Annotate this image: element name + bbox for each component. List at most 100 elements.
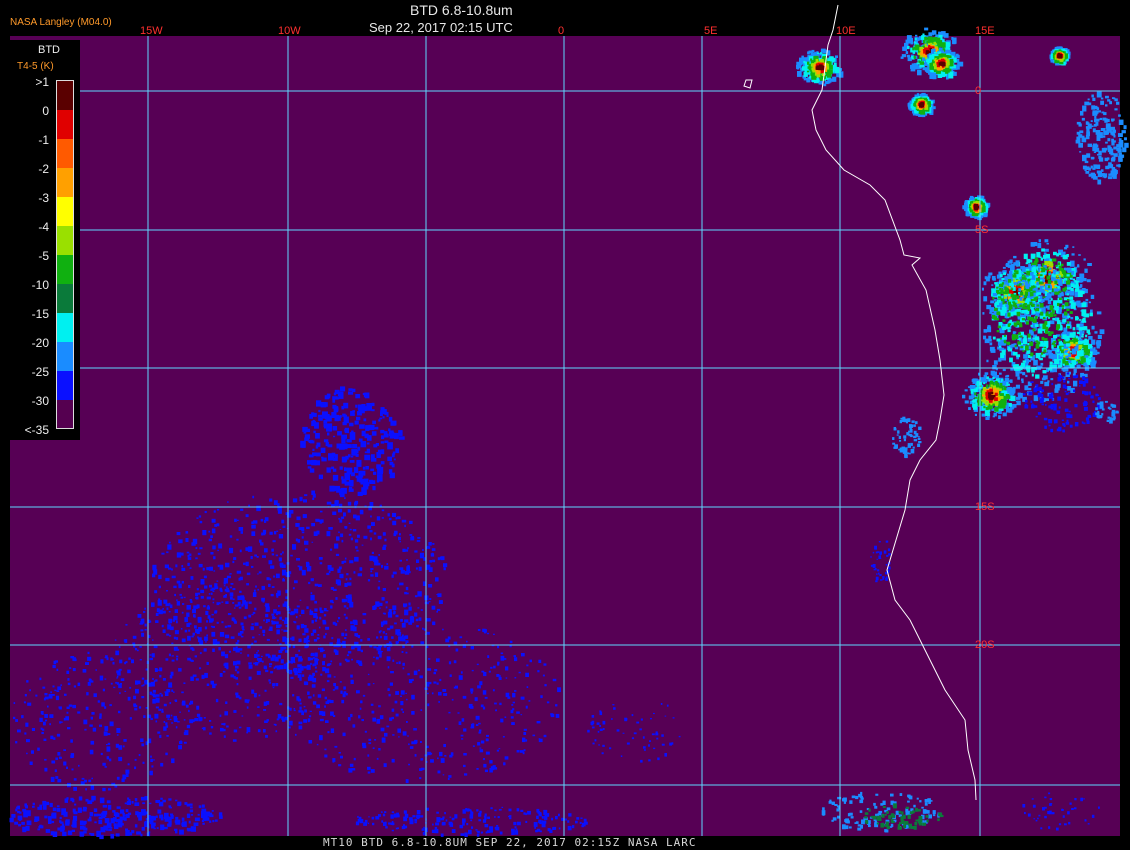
cloud-pixel [817, 52, 820, 54]
cloud-pixel [907, 794, 911, 798]
cloud-pixel [153, 759, 155, 761]
cloud-pixel [656, 737, 659, 740]
cloud-pixel [251, 524, 256, 529]
cloud-pixel [419, 777, 422, 780]
cloud-pixel [417, 591, 422, 597]
cloud-pixel [262, 629, 266, 634]
cloud-pixel [17, 815, 23, 821]
cloud-pixel [851, 795, 856, 799]
cloud-pixel [411, 711, 415, 715]
cloud-pixel [386, 647, 391, 652]
cloud-pixel [478, 812, 482, 817]
cloud-pixel [50, 691, 52, 694]
cloud-pixel [165, 722, 168, 726]
cloud-pixel [301, 710, 304, 713]
cloud-pixel [198, 515, 202, 518]
cloud-pixel [501, 806, 504, 808]
cloud-pixel [175, 564, 178, 568]
cloud-pixel [306, 664, 311, 670]
cloud-pixel [46, 801, 50, 806]
cloud-pixel [87, 818, 92, 822]
cloud-pixel [290, 637, 294, 640]
cloud-pixel [381, 651, 383, 653]
cloud-pixel [356, 459, 362, 467]
cloud-pixel [288, 715, 291, 717]
cloud-pixel [391, 453, 395, 458]
cloud-pixel [303, 705, 306, 708]
cloud-pixel [434, 828, 439, 834]
cloud-pixel [32, 802, 35, 806]
cloud-pixel [394, 622, 397, 625]
cloud-pixel [398, 661, 401, 665]
cloud-pixel [192, 632, 195, 636]
cloud-pixel [906, 35, 912, 41]
cloud-pixel [349, 460, 355, 463]
cloud-pixel [345, 616, 348, 620]
cloud-pixel [148, 682, 152, 687]
cloud-pixel [349, 422, 354, 427]
cloud-pixel [54, 689, 57, 691]
cloud-pixel [234, 620, 237, 624]
satellite-map: 15W 10W 0 5E 10E 15E05S15S20S [9, 4, 1129, 840]
cloud-pixel [882, 576, 885, 578]
cloud-pixel [405, 779, 409, 784]
cloud-pixel [193, 605, 198, 609]
cloud-pixel [72, 808, 76, 813]
cloud-pixel [176, 552, 182, 558]
cloud-pixel [533, 822, 538, 827]
cloud-pixel [454, 814, 458, 819]
cloud-pixel [282, 569, 287, 576]
cloud-pixel [67, 678, 70, 681]
cloud-pixel [114, 639, 117, 641]
cloud-pixel [1044, 815, 1047, 819]
cloud-pixel [916, 93, 919, 96]
cloud-pixel [1061, 808, 1063, 811]
cloud-pixel [34, 819, 38, 822]
cloud-pixel [484, 813, 487, 817]
cloud-pixel [815, 67, 819, 70]
cloud-pixel [460, 671, 463, 674]
cloud-pixel [134, 708, 138, 711]
cloud-pixel [512, 692, 516, 698]
cloud-pixel [309, 710, 312, 712]
cloud-pixel [1056, 827, 1059, 831]
cloud-pixel [443, 744, 446, 748]
cloud-pixel [927, 798, 931, 803]
cloud-pixel [214, 586, 219, 590]
cloud-pixel [339, 681, 342, 683]
cloud-pixel [379, 602, 383, 606]
cloud-pixel [332, 396, 338, 400]
cloud-pixel [233, 661, 237, 666]
cloud-pixel [221, 601, 224, 603]
cloud-pixel [49, 723, 51, 726]
cloud-pixel [349, 560, 354, 564]
cloud-pixel [292, 645, 296, 649]
cloud-pixel [234, 604, 239, 607]
cloud-pixel [150, 758, 153, 762]
cloud-pixel [413, 670, 418, 676]
cloud-pixel [14, 821, 18, 825]
cloud-pixel [137, 680, 141, 685]
cloud-pixel [344, 629, 347, 631]
cloud-pixel [205, 641, 207, 643]
cloud-pixel [878, 541, 881, 543]
cloud-pixel [1007, 260, 1012, 264]
cloud-pixel [886, 554, 889, 557]
cloud-pixel [307, 466, 312, 469]
cloud-pixel [72, 704, 76, 709]
cloud-pixel [497, 645, 500, 649]
cloud-pixel [37, 806, 43, 810]
cloud-pixel [360, 480, 364, 485]
cloud-pixel [875, 793, 879, 796]
cloud-pixel [327, 674, 332, 678]
cloud-pixel [509, 815, 512, 818]
cloud-pixel [343, 691, 347, 695]
cloud-pixel [88, 779, 92, 783]
cloud-pixel [648, 744, 650, 747]
cloud-pixel [470, 691, 473, 694]
cloud-pixel [272, 683, 276, 687]
cloud-pixel [113, 823, 117, 826]
cloud-pixel [141, 632, 145, 637]
cloud-pixel [319, 610, 324, 614]
cloud-pixel [389, 517, 392, 521]
